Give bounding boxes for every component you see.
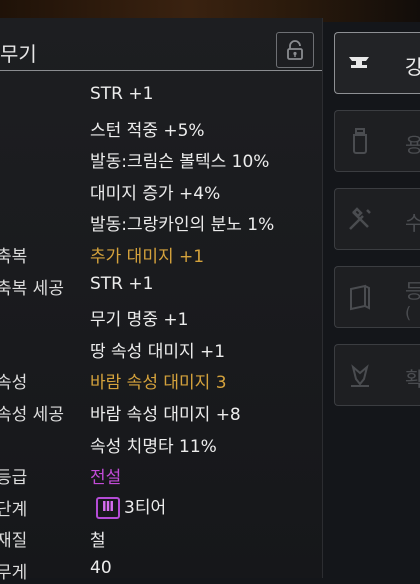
stat-value: 전설 [90,468,122,489]
side-button-label: 강 [405,55,420,79]
stat-row: 축복 추가 대미지 +1 [0,238,322,268]
stat-value: Ⅲ 3티어 [96,493,166,519]
anvil-icon [349,57,369,68]
stat-value: 발동:크림슨 볼텍스 10% [90,152,270,173]
stat-value: 땅 속성 대미지 +1 [90,341,226,362]
stat-row: 무기 명중 +1 [0,301,322,331]
side-button-sublabel: ( [405,303,412,322]
stat-value: 40 [90,558,112,578]
stat-row: 발동:그랑카인의 분노 1% [0,206,322,236]
panel-header: 무기 [0,18,322,71]
stat-row: 속성 세공 바람 속성 대미지 +8 [0,396,322,426]
side-button-2[interactable]: 용 [334,110,420,172]
stat-value: 발동:그랑카인의 분노 1% [90,215,275,236]
side-button-4[interactable]: 등( [334,266,420,328]
stat-row: 재질 철 [0,522,322,552]
side-button-label: 용 [405,133,420,157]
stat-value: 추가 대미지 +1 [90,247,205,267]
stat-label: 속성 [0,373,28,394]
stat-row: 땅 속성 대미지 +1 [0,333,322,363]
stat-label: 무게 [0,563,28,583]
tools-icon [349,207,371,230]
side-button-3[interactable]: 수 [334,188,420,250]
stat-row: 속성 바람 속성 대미지 3 [0,364,322,394]
stat-value: 철 [90,531,106,552]
stat-label: 축복 세공 [0,278,64,299]
stat-value: STR +1 [90,273,154,294]
emblem-icon [351,364,369,387]
stat-label: 재질 [0,531,28,552]
stat-row: STR +1 [0,80,322,110]
stat-label: 등급 [0,468,28,489]
stat-row: 대미지 증가 +4% [0,175,322,205]
stat-value: 스턴 적중 +5% [90,120,205,141]
lock-button[interactable] [276,32,314,68]
item-info-panel: 무기 STR +1 스턴 적중 +5% 발동:크림슨 볼텍스 10% 대미지 증가 +… [0,18,323,583]
stat-value: 속성 치명타 11% [90,436,217,457]
side-button-label: 수 [405,211,420,235]
stat-label: 축복 [0,247,28,267]
tier-text: 3티어 [124,497,167,518]
stat-row: 단계 Ⅲ 3티어 [0,491,322,521]
lock-icon [287,40,303,60]
item-title: 무기 [0,42,37,66]
side-button-1[interactable]: 강 [334,32,420,94]
side-button-label: 확 [405,367,420,391]
stat-value: STR +1 [90,84,154,104]
stat-label: 단계 [0,499,28,520]
stat-row: 스턴 적중 +5% [0,112,322,142]
stat-value: 바람 속성 대미지 3 [90,373,227,394]
stat-row: 속성 치명타 11% [0,428,322,458]
side-button-label: 등 [405,279,420,303]
stat-value: 무기 명중 +1 [90,310,189,331]
stat-value: 대미지 증가 +4% [90,183,221,204]
stat-row: 축복 세공 STR +1 [0,270,322,300]
stat-row: 무게 40 [0,554,322,584]
potion-bottle-icon [353,128,367,154]
book-icon [350,284,370,311]
stat-row: 발동:크림슨 볼텍스 10% [0,143,322,173]
stat-value: 바람 속성 대미지 +8 [90,405,241,425]
stat-label: 속성 세공 [0,405,64,425]
stat-row: 등급 전설 [0,459,322,489]
side-button-5[interactable]: 확 [334,344,420,406]
tier-badge-icon: Ⅲ [96,496,120,519]
